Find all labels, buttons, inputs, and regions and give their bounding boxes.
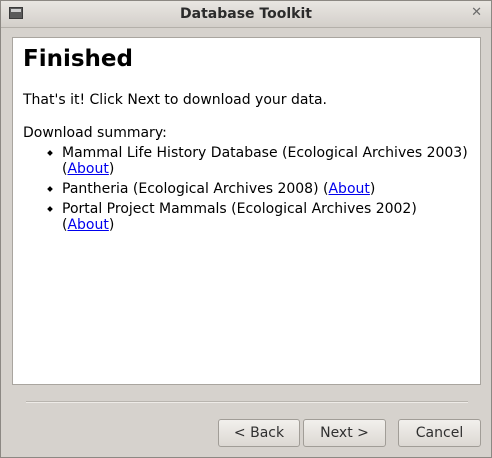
next-button[interactable]: Next >	[303, 419, 386, 447]
summary-label: Download summary:	[23, 125, 167, 141]
list-item: Mammal Life History Database (Ecological…	[48, 145, 468, 177]
wizard-page: Finished That's it! Click Next to downlo…	[12, 37, 481, 385]
dataset-name: Pantheria (Ecological Archives 2008)	[62, 181, 319, 197]
title-bar[interactable]: Database Toolkit ✕	[1, 1, 491, 28]
close-icon[interactable]: ✕	[471, 5, 482, 20]
intro-text: That's it! Click Next to download your d…	[23, 92, 327, 108]
dataset-name: Portal Project Mammals (Ecological Archi…	[62, 201, 417, 217]
list-item: Portal Project Mammals (Ecological Archi…	[48, 201, 468, 233]
window-title: Database Toolkit	[180, 6, 312, 22]
about-link[interactable]: About	[328, 181, 369, 197]
page-title: Finished	[23, 46, 133, 72]
back-button[interactable]: < Back	[218, 419, 300, 447]
wizard-window: Database Toolkit ✕ Finished That's it! C…	[0, 0, 492, 458]
dataset-name: Mammal Life History Database (Ecological…	[62, 145, 468, 161]
list-item: Pantheria (Ecological Archives 2008) (Ab…	[48, 181, 468, 197]
about-link[interactable]: About	[67, 217, 108, 233]
download-summary-list: Mammal Life History Database (Ecological…	[48, 145, 468, 237]
about-link[interactable]: About	[67, 161, 108, 177]
separator	[26, 401, 468, 403]
cancel-button[interactable]: Cancel	[398, 419, 481, 447]
